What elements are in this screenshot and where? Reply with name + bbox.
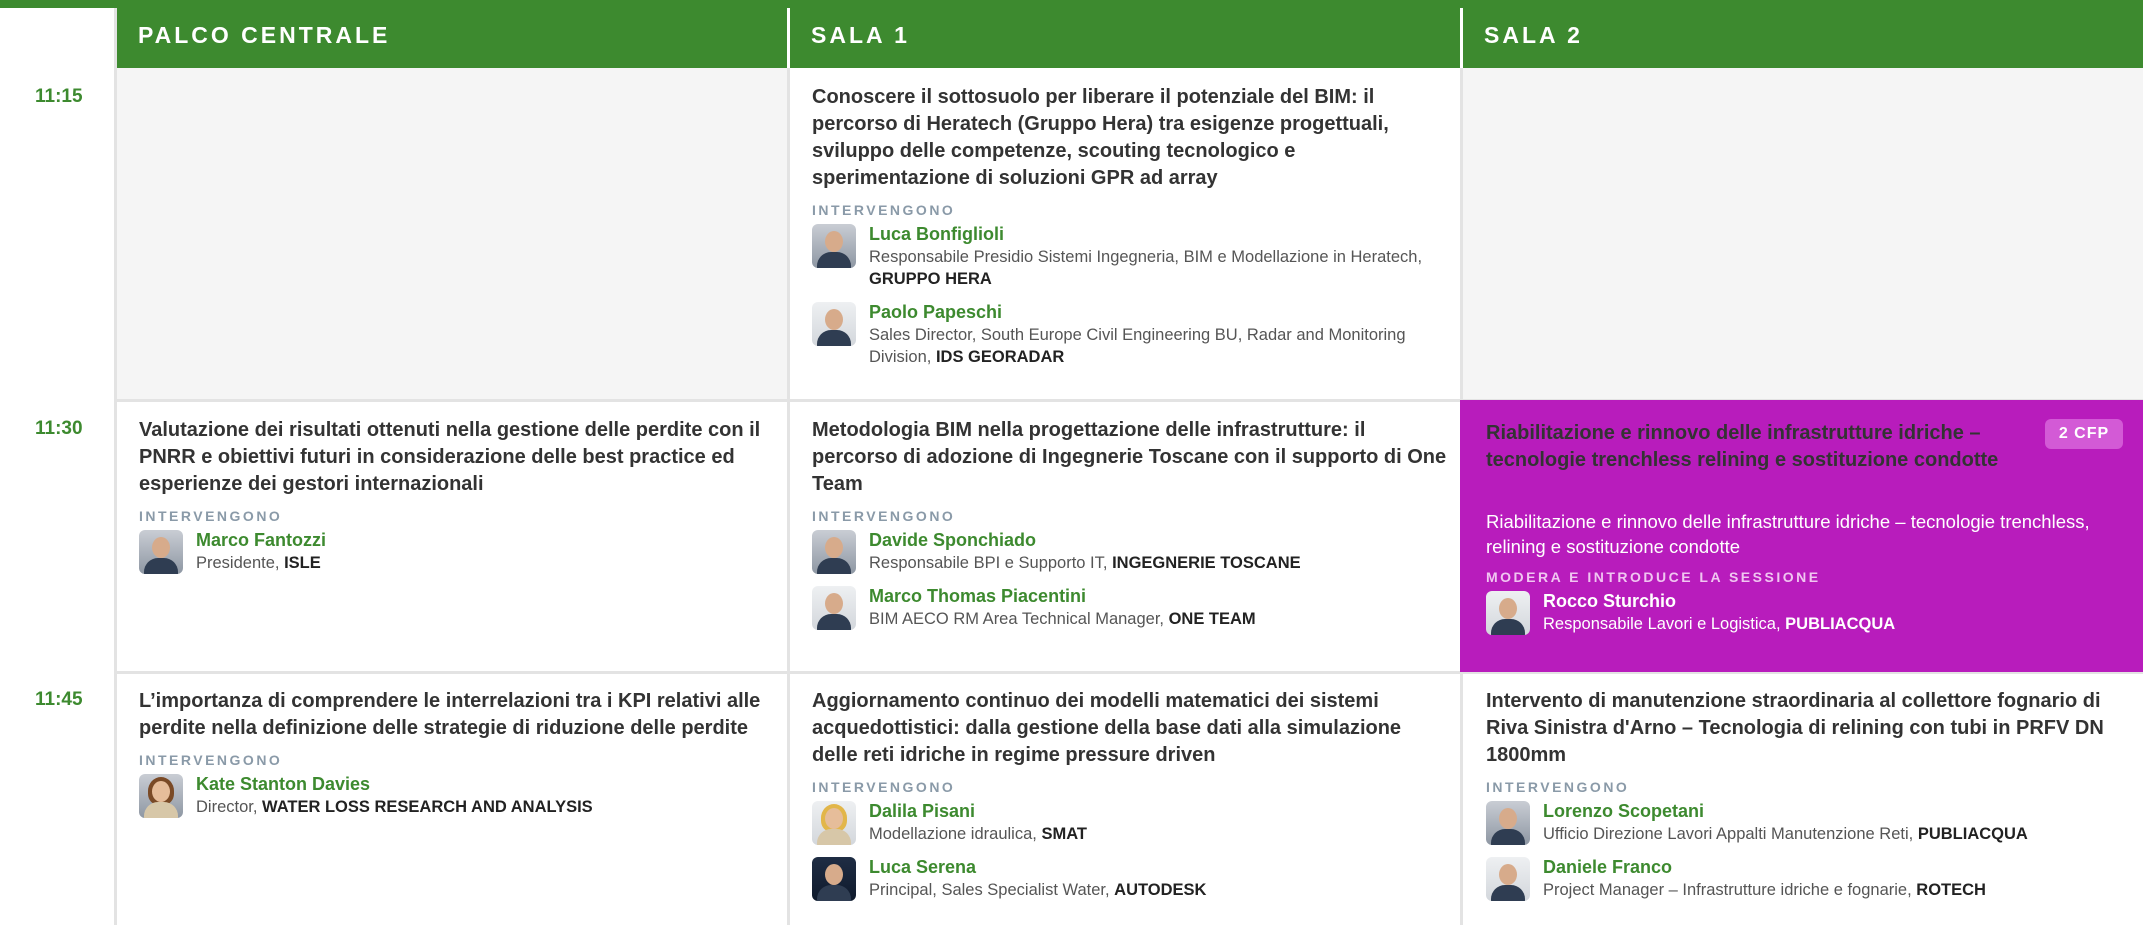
speakers-label: INTERVENGONO (139, 752, 283, 768)
female-portrait-icon (812, 801, 856, 845)
session-card-1130-palco[interactable]: Valutazione dei risultati ottenuti nella… (139, 417, 779, 584)
session-card-1145-sala2[interactable]: Intervento di manutenzione straordinaria… (1486, 688, 2126, 911)
session-title[interactable]: Valutazione dei risultati ottenuti nella… (139, 417, 779, 498)
speaker-organization: GRUPPO HERA (869, 270, 992, 288)
time-slot-1145: 11:45 (35, 689, 83, 710)
session-card-1145-palco[interactable]: L’importanza di comprendere le interrela… (139, 688, 779, 828)
speaker-organization: WATER LOSS RESEARCH AND ANALYSIS (262, 798, 593, 816)
male-portrait-icon (1486, 857, 1530, 901)
speaker-role: Presidente, ISLE (196, 554, 321, 572)
speakers-label: INTERVENGONO (812, 202, 956, 218)
speaker-name[interactable]: Lorenzo Scopetani (1543, 799, 2126, 823)
speaker-entry[interactable]: Davide Sponchiado Responsabile BPI e Sup… (812, 528, 1452, 574)
speaker-entry[interactable]: Kate Stanton Davies Director, WATER LOSS… (139, 772, 779, 818)
speaker-name[interactable]: Kate Stanton Davies (196, 772, 779, 796)
session-card-1115-sala1[interactable]: Conoscere il sottosuolo per liberare il … (812, 84, 1452, 378)
speaker-organization: PUBLIACQUA (1785, 615, 1896, 633)
male-portrait-icon (139, 530, 183, 574)
column-header-palco-centrale: PALCO CENTRALE (115, 8, 788, 68)
speaker-role: Project Manager – Infrastrutture idriche… (1543, 881, 1986, 899)
speaker-entry[interactable]: Luca Bonfiglioli Responsabile Presidio S… (812, 222, 1452, 290)
male-portrait-icon (812, 530, 856, 574)
speaker-entry[interactable]: Daniele Franco Project Manager – Infrast… (1486, 855, 2126, 901)
session-card-1130-sala2[interactable]: Riabilitazione e rinnovo delle infrastru… (1486, 420, 2026, 474)
speaker-entry[interactable]: Marco Fantozzi Presidente, ISLE (139, 528, 779, 574)
speakers-label: INTERVENGONO (812, 779, 956, 795)
speaker-entry[interactable]: Luca Serena Principal, Sales Specialist … (812, 855, 1452, 901)
header-accent-bar (0, 0, 2143, 8)
speaker-organization: IDS GEORADAR (935, 348, 1065, 366)
session-card-1145-sala1[interactable]: Aggiornamento continuo dei modelli matem… (812, 688, 1452, 911)
session-subtitle: Riabilitazione e rinnovo delle infrastru… (1486, 511, 2090, 557)
speakers-label: INTERVENGONO (1486, 779, 1630, 795)
empty-slot-palco-1115 (117, 68, 787, 399)
speaker-name[interactable]: Marco Fantozzi (196, 528, 779, 552)
time-slot-1115: 11:15 (35, 86, 83, 107)
speaker-role: Director, WATER LOSS RESEARCH AND ANALYS… (196, 798, 593, 816)
male-portrait-icon (812, 302, 856, 346)
column-header-sala-2: SALA 2 (1461, 8, 2143, 68)
speaker-role: Modellazione idraulica, SMAT (869, 825, 1087, 843)
speaker-name[interactable]: Marco Thomas Piacentini (869, 584, 1452, 608)
speaker-organization: ISLE (284, 554, 321, 572)
speaker-name[interactable]: Luca Bonfiglioli (869, 222, 1452, 246)
moderator-label: MODERA E INTRODUCE LA SESSIONE (1486, 569, 1821, 585)
speaker-organization: INGEGNERIE TOSCANE (1112, 554, 1301, 572)
session-title[interactable]: Metodologia BIM nella progettazione dell… (812, 417, 1452, 498)
male-portrait-icon (1486, 801, 1530, 845)
column-divider (787, 8, 790, 925)
speaker-name[interactable]: Paolo Papeschi (869, 300, 1452, 324)
speaker-role: Ufficio Direzione Lavori Appalti Manuten… (1543, 825, 2028, 843)
speakers-label: INTERVENGONO (812, 508, 956, 524)
speakers-label: INTERVENGONO (139, 508, 283, 524)
speaker-entry[interactable]: Lorenzo Scopetani Ufficio Direzione Lavo… (1486, 799, 2126, 845)
male-portrait-icon (812, 857, 856, 901)
column-header-sala-1: SALA 1 (788, 8, 1461, 68)
session-card-1130-sala1[interactable]: Metodologia BIM nella progettazione dell… (812, 417, 1452, 640)
speaker-role: BIM AECO RM Area Technical Manager, ONE … (869, 610, 1256, 628)
speaker-name[interactable]: Luca Serena (869, 855, 1452, 879)
speaker-organization: ROTECH (1916, 881, 1986, 899)
male-portrait-icon (1486, 591, 1530, 635)
empty-slot-sala2-1115 (1463, 68, 2143, 399)
speaker-entry[interactable]: Paolo Papeschi Sales Director, South Eur… (812, 300, 1452, 368)
time-slot-1130: 11:30 (35, 418, 83, 439)
cfp-badge: 2 CFP (2045, 419, 2123, 449)
male-portrait-icon (812, 586, 856, 630)
speaker-name[interactable]: Davide Sponchiado (869, 528, 1452, 552)
speaker-name[interactable]: Daniele Franco (1543, 855, 2126, 879)
speaker-organization: PUBLIACQUA (1917, 825, 2028, 843)
speaker-name[interactable]: Rocco Sturchio (1543, 589, 2126, 613)
session-title[interactable]: Aggiornamento continuo dei modelli matem… (812, 688, 1452, 769)
speaker-entry[interactable]: Marco Thomas Piacentini BIM AECO RM Area… (812, 584, 1452, 630)
header-divider (1460, 8, 1463, 68)
header-divider (787, 8, 790, 68)
speaker-name[interactable]: Dalila Pisani (869, 799, 1452, 823)
speaker-role: Responsabile Lavori e Logistica, PUBLIAC… (1543, 615, 1896, 633)
speaker-organization: ONE TEAM (1168, 610, 1256, 628)
session-title[interactable]: Riabilitazione e rinnovo delle infrastru… (1486, 420, 2026, 474)
session-title[interactable]: L’importanza di comprendere le interrela… (139, 688, 779, 742)
male-portrait-icon (812, 224, 856, 268)
speaker-role: Responsabile BPI e Supporto IT, INGEGNER… (869, 554, 1301, 572)
speaker-role: Principal, Sales Specialist Water, AUTOD… (869, 881, 1207, 899)
session-details-1130-sala2: Riabilitazione e rinnovo delle infrastru… (1486, 509, 2126, 645)
speaker-organization: SMAT (1041, 825, 1087, 843)
speaker-role: Responsabile Presidio Sistemi Ingegneria… (869, 248, 1423, 288)
speaker-entry[interactable]: Rocco Sturchio Responsabile Lavori e Log… (1486, 589, 2126, 635)
session-title[interactable]: Intervento di manutenzione straordinaria… (1486, 688, 2126, 769)
speaker-entry[interactable]: Dalila Pisani Modellazione idraulica, SM… (812, 799, 1452, 845)
speaker-role: Sales Director, South Europe Civil Engin… (869, 326, 1406, 366)
speaker-organization: AUTODESK (1114, 881, 1207, 899)
female-portrait-icon (139, 774, 183, 818)
session-title[interactable]: Conoscere il sottosuolo per liberare il … (812, 84, 1452, 192)
